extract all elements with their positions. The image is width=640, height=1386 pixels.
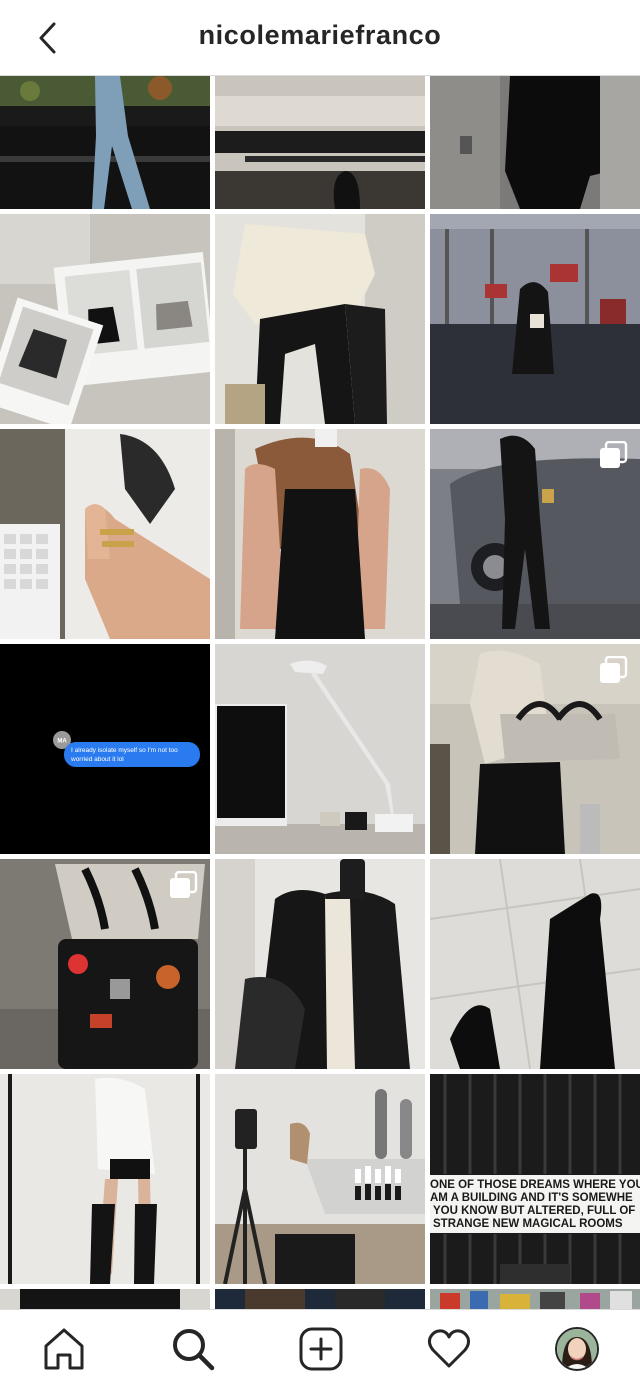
carousel-icon — [600, 441, 628, 468]
tab-new-post[interactable] — [298, 1326, 344, 1372]
post-tile[interactable] — [0, 1074, 210, 1284]
post-tile[interactable] — [430, 859, 640, 1069]
post-tile[interactable] — [430, 429, 640, 639]
post-tile[interactable]: MA I already isolate myself so I'm not t… — [0, 644, 210, 854]
carousel-icon — [170, 871, 198, 898]
post-tile[interactable] — [0, 429, 210, 639]
post-tile[interactable] — [215, 859, 425, 1069]
bottom-tab-bar — [0, 1309, 640, 1386]
tab-search[interactable] — [170, 1326, 216, 1372]
post-tile[interactable] — [215, 76, 425, 209]
post-tile[interactable] — [430, 76, 640, 209]
message-line-1: I already isolate myself so I'm not too — [71, 747, 178, 754]
tab-activity[interactable] — [426, 1326, 472, 1372]
home-icon — [44, 1328, 84, 1370]
tab-profile[interactable] — [555, 1327, 599, 1371]
search-icon — [173, 1329, 215, 1371]
post-tile[interactable] — [0, 859, 210, 1069]
post-tile[interactable] — [215, 1289, 425, 1309]
carousel-icon — [600, 656, 628, 683]
post-tile[interactable] — [215, 1074, 425, 1284]
post-tile[interactable] — [215, 429, 425, 639]
post-tile[interactable]: ONE OF THOSE DREAMS WHERE YOU AM A BUILD… — [430, 1074, 640, 1284]
sign-line-1: ONE OF THOSE DREAMS WHERE YOU — [430, 1179, 640, 1191]
post-tile[interactable] — [0, 1289, 210, 1309]
post-tile[interactable] — [215, 214, 425, 424]
post-tile[interactable] — [215, 644, 425, 854]
sign-line-2: AM A BUILDING AND IT'S SOMEWHE — [430, 1192, 633, 1204]
post-tile[interactable] — [0, 214, 210, 424]
post-tile[interactable] — [430, 1289, 640, 1309]
activity-icon — [427, 1329, 471, 1368]
sign-line-4: STRANGE NEW MAGICAL ROOMS — [433, 1218, 623, 1230]
avatar — [557, 1329, 597, 1369]
new-post-icon — [299, 1327, 343, 1371]
sign-line-3: YOU KNOW BUT ALTERED, FULL OF — [433, 1205, 635, 1217]
post-tile[interactable] — [0, 76, 210, 209]
post-tile[interactable] — [430, 644, 640, 854]
message-contact-initials: MA — [57, 739, 67, 745]
tab-home[interactable] — [41, 1326, 87, 1372]
profile-header: nicolemariefranco — [0, 0, 640, 76]
post-tile[interactable] — [430, 214, 640, 424]
profile-username: nicolemariefranco — [198, 20, 442, 50]
message-line-2: worried about it lol — [70, 756, 124, 763]
